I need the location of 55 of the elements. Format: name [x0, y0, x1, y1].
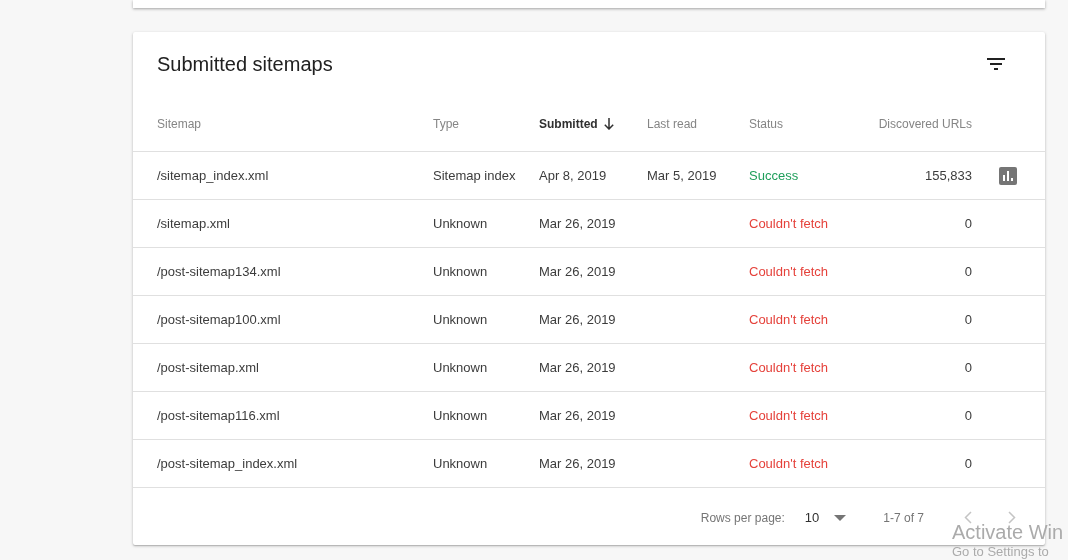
status-cell: Couldn't fetch [749, 264, 829, 279]
activation-notice-hint: Go to Settings to [952, 544, 1050, 559]
column-header[interactable]: Submitted [539, 116, 614, 131]
type-cell: Sitemap index [433, 168, 516, 183]
sitemap-cell: /post-sitemap100.xml [157, 312, 281, 327]
status-cell: Success [749, 168, 799, 183]
submitted-date-cell: Mar 26, 2019 [539, 456, 616, 471]
page-range-label: 1-7 of 7 [883, 510, 924, 525]
column-header[interactable]: Last read [647, 116, 698, 131]
sitemap-cell: /post-sitemap.xml [157, 360, 259, 375]
discovered-urls-cell: 0 [964, 312, 972, 327]
status-cell: Couldn't fetch [749, 408, 829, 423]
type-cell: Unknown [433, 456, 488, 471]
type-cell: Unknown [433, 360, 488, 375]
discovered-urls-cell: 0 [964, 216, 972, 231]
column-header[interactable]: Discovered URLs [878, 116, 972, 131]
rows-per-page-label: Rows per page: [700, 510, 785, 525]
discovered-urls-cell: 0 [964, 264, 972, 279]
status-cell: Couldn't fetch [749, 360, 829, 375]
submitted-date-cell: Mar 26, 2019 [539, 216, 616, 231]
column-header[interactable]: Status [749, 116, 784, 131]
submitted-date-cell: Mar 26, 2019 [539, 360, 616, 375]
sitemap-cell: /post-sitemap116.xml [157, 408, 280, 423]
submitted-date-cell: Mar 26, 2019 [539, 312, 616, 327]
type-cell: Unknown [433, 216, 488, 231]
discovered-urls-cell: 0 [964, 360, 972, 375]
sitemap-cell: /post-sitemap134.xml [157, 264, 281, 279]
filter-button[interactable] [987, 58, 1005, 70]
activation-notice-title: Activate Win [952, 520, 1064, 544]
submitted-date-cell: Apr 8, 2019 [539, 168, 607, 183]
last-read-date-cell: Mar 5, 2019 [647, 168, 717, 183]
type-cell: Unknown [433, 312, 488, 327]
arrow-down-icon [603, 117, 614, 130]
chevron-right-icon [1008, 511, 1016, 524]
sitemap-cell: /post-sitemap_index.xml [157, 456, 298, 471]
sitemap-cell: /sitemap_index.xml [157, 168, 269, 183]
sitemap-cell: /sitemap.xml [157, 216, 230, 231]
type-cell: Unknown [433, 264, 488, 279]
chevron-left-icon [964, 511, 972, 524]
column-header[interactable]: Type [433, 116, 459, 131]
status-cell: Couldn't fetch [749, 312, 829, 327]
column-header[interactable]: Sitemap [157, 116, 202, 131]
status-cell: Couldn't fetch [749, 456, 829, 471]
submitted-date-cell: Mar 26, 2019 [539, 408, 616, 423]
caret-icon [834, 514, 847, 521]
discovered-urls-cell: 155,833 [925, 168, 972, 183]
submitted-date-cell: Mar 26, 2019 [539, 264, 616, 279]
discovered-urls-cell: 0 [964, 408, 972, 423]
card-title: Submitted sitemaps [157, 52, 333, 76]
rows-per-page-select[interactable]: 10 [804, 510, 847, 525]
discovered-urls-cell: 0 [964, 456, 972, 471]
type-cell: Unknown [433, 408, 488, 423]
status-cell: Couldn't fetch [749, 216, 829, 231]
bar-chart-icon[interactable] [999, 166, 1017, 185]
filter-icon [987, 58, 1005, 70]
